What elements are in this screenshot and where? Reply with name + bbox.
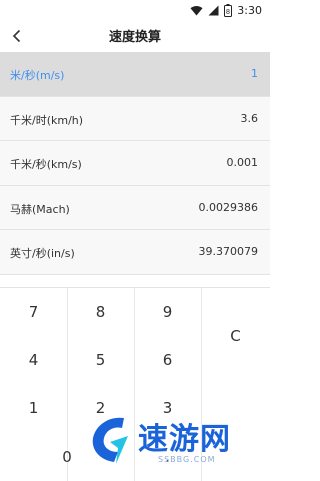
- key-2[interactable]: 2: [67, 384, 134, 432]
- unit-value: 0.0029386: [198, 200, 259, 214]
- page-title: 速度换算: [108, 30, 161, 45]
- unit-row-in-s[interactable]: 英寸/秒(in/s) 39.370079: [0, 230, 270, 275]
- header: 速度换算: [0, 20, 270, 52]
- unit-row-m-s[interactable]: 米/秒(m/s) 1: [0, 52, 270, 97]
- key-3[interactable]: 3: [134, 384, 201, 432]
- unit-row-mach[interactable]: 马赫(Mach) 0.0029386: [0, 185, 270, 230]
- unit-list: 米/秒(m/s) 1 千米/时(km/h) 3.6 千米/秒(km/s) 0.0…: [0, 52, 270, 275]
- status-bar: 8 3:30: [0, 0, 270, 20]
- unit-row-km-h[interactable]: 千米/时(km/h) 3.6: [0, 96, 270, 141]
- unit-label: 英寸/秒(in/s): [10, 247, 75, 260]
- battery-level: 8: [226, 9, 230, 16]
- key-4[interactable]: 4: [0, 336, 67, 384]
- unit-value: 39.370079: [198, 245, 259, 258]
- unit-label: 千米/秒(km/s): [10, 158, 82, 171]
- status-icons: 8 3:30: [190, 3, 262, 17]
- key-decimal[interactable]: .: [134, 432, 201, 481]
- unit-label: 米/秒(m/s): [10, 69, 65, 82]
- key-1[interactable]: 1: [0, 384, 67, 432]
- clear-button[interactable]: C: [201, 288, 270, 384]
- unit-value: 0.001: [226, 156, 259, 169]
- unit-label: 马赫(Mach): [10, 202, 70, 216]
- key-5[interactable]: 5: [67, 336, 134, 384]
- key-7[interactable]: 7: [0, 288, 67, 336]
- signal-icon: [208, 5, 219, 15]
- unit-row-km-s[interactable]: 千米/秒(km/s) 0.001: [0, 141, 270, 186]
- unit-value: 1: [251, 67, 258, 80]
- keypad: 7 8 9 C 4 5 6 1 2 3 0 .: [0, 287, 270, 481]
- battery-icon: 8: [224, 3, 233, 17]
- key-0[interactable]: 0: [0, 432, 134, 481]
- unit-label: 千米/时(km/h): [10, 113, 84, 127]
- unit-value: 3.6: [240, 111, 259, 125]
- status-time: 3:30: [237, 3, 262, 17]
- key-9[interactable]: 9: [134, 288, 201, 336]
- key-6[interactable]: 6: [134, 336, 201, 384]
- wifi-icon: [190, 5, 203, 15]
- key-8[interactable]: 8: [67, 288, 134, 336]
